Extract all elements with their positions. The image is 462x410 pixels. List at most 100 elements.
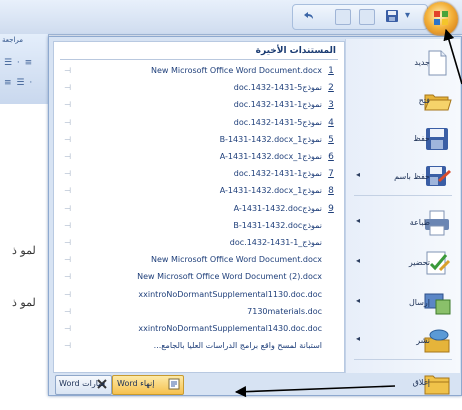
save-command[interactable]: حفظ xyxy=(346,119,460,159)
new-label: جديد xyxy=(414,58,430,67)
word-options-label: Word خيارات xyxy=(59,379,106,388)
pin-icon[interactable]: ⊣ xyxy=(64,101,74,109)
office-logo-icon xyxy=(434,11,448,25)
recent-document-item[interactable]: ⊣ xxintroNoDormantSupplemental1130.doc.do… xyxy=(54,288,344,303)
save-label: حفظ xyxy=(413,134,430,143)
pin-icon[interactable]: ⊣ xyxy=(64,307,74,316)
recent-document-item[interactable]: ⊣ xxintroNoDormantSupplemental1430.doc.do… xyxy=(54,322,344,337)
recent-document-name: ...استبانة لمسح واقع برامج الدراسات العل… xyxy=(153,341,322,351)
recent-document-name: A-1431-1432.docx_1نموذج xyxy=(219,152,322,161)
divider xyxy=(354,359,452,360)
recent-document-item[interactable]: ⊣ 8 A-1431-1432.docx_1نموذج xyxy=(54,184,344,199)
recent-documents-panel: المستندات الأخيرة ⊣ 1 New Microsoft Office… xyxy=(53,41,345,373)
save-as-label: حفظ باسم xyxy=(394,172,430,181)
recent-document-item[interactable]: ⊣ 7130materials.doc xyxy=(54,305,344,320)
send-label: إرسال xyxy=(408,298,430,307)
tab-review[interactable]: مراجعة xyxy=(2,36,23,44)
recent-document-number: 6 xyxy=(328,152,334,162)
recent-document-name: doc.1432-1431-5نموذج xyxy=(233,83,322,93)
publish-label: نشر xyxy=(416,336,430,345)
recent-document-number: 7 xyxy=(328,169,334,180)
ribbon-area: مراجعة ☰ · ≡ ≡ ☰ · xyxy=(0,34,49,104)
recent-document-item[interactable]: ⊣ 1 New Microsoft Office Word Document.doc… xyxy=(54,64,344,79)
prepare-command[interactable]: تحضير ◂ xyxy=(346,243,460,283)
print-label: طباعة xyxy=(409,218,430,227)
pin-icon[interactable]: ⊣ xyxy=(64,187,74,195)
pin-icon[interactable]: ⊣ xyxy=(64,135,74,144)
recent-document-name: doc.1432-1431-5نموذج xyxy=(233,117,322,127)
recent-document-number: 2 xyxy=(328,83,334,94)
open-command[interactable]: فتح xyxy=(346,81,460,121)
office-button[interactable] xyxy=(424,2,458,36)
recent-document-item[interactable]: ⊣ 3 doc.1432-1431-1نموذج xyxy=(54,98,344,113)
submenu-arrow-icon: ◂ xyxy=(356,216,361,225)
submenu-arrow-icon: ◂ xyxy=(356,256,361,265)
print-icon[interactable] xyxy=(359,9,375,25)
exit-word-button[interactable]: Word إنهاء xyxy=(112,375,184,395)
document-text-fragment: لمو ذ xyxy=(12,296,36,309)
recent-document-item[interactable]: ⊣ 6 A-1431-1432.docx_1نموذج xyxy=(54,150,344,165)
recent-document-number: 8 xyxy=(328,186,334,197)
options-icon xyxy=(168,378,180,390)
print-command[interactable]: طباعة ◂ xyxy=(346,203,460,243)
open-label: فتح xyxy=(418,96,430,105)
recent-document-item[interactable]: ⊣ 5 B-1431-1432.docx_1نموذج xyxy=(54,133,344,148)
pin-icon[interactable]: ⊣ xyxy=(64,256,74,264)
recent-document-name: New Microsoft Office Word Document.docx xyxy=(150,255,322,265)
recent-document-name: xxintroNoDormantSupplemental1430.doc.doc xyxy=(138,324,322,333)
exit-word-label: Word إنهاء xyxy=(117,379,155,388)
customize-toolbar-icon[interactable]: ▾ xyxy=(405,9,419,23)
recent-document-item[interactable]: ⊣ ...استبانة لمسح واقع برامج الدراسات الع… xyxy=(54,339,344,354)
recent-document-name: xxintroNoDormantSupplemental1130.doc.doc xyxy=(138,289,322,299)
recent-document-item[interactable]: ⊣ New Microsoft Office Word Document (2).… xyxy=(54,270,344,285)
pin-icon[interactable]: ⊣ xyxy=(64,84,74,92)
pin-icon[interactable]: ⊣ xyxy=(64,170,74,178)
recent-document-name: doc.1432-1431-1نموذج xyxy=(233,169,322,179)
recent-document-number: 9 xyxy=(328,203,334,214)
submenu-arrow-icon: ◂ xyxy=(356,170,361,179)
recent-document-item[interactable]: ⊣ 9 A-1431-1432.docنموذج xyxy=(54,202,344,217)
bottom-bar: Word خيارات Word إنهاء xyxy=(49,373,461,395)
recent-document-item[interactable]: ⊣ 2 doc.1432-1431-5نموذج xyxy=(54,81,344,96)
recent-document-name: doc.1432-1431-1نموذج xyxy=(233,100,322,110)
pin-icon[interactable]: ⊣ xyxy=(64,290,74,299)
recent-document-item[interactable]: ⊣ 4 doc.1432-1431-5نموذج xyxy=(54,116,344,131)
recent-document-item[interactable]: ⊣ New Microsoft Office Word Document.docx xyxy=(54,253,344,268)
submenu-arrow-icon: ◂ xyxy=(356,334,361,343)
undo-icon[interactable] xyxy=(301,9,315,23)
recent-document-name: 7130materials.doc xyxy=(247,306,322,316)
new-command[interactable]: جديد xyxy=(346,43,460,83)
save-as-command[interactable]: حفظ باسم ◂ xyxy=(346,157,460,197)
recent-document-item[interactable]: ⊣ doc.1432-1431-1_نموذج xyxy=(54,236,344,251)
save-icon[interactable] xyxy=(385,9,399,23)
ribbon-row-1: ☰ · ≡ xyxy=(4,58,34,68)
divider xyxy=(354,195,452,196)
recent-document-name: New Microsoft Office Word Document.docx xyxy=(150,66,322,75)
word-options-button[interactable]: Word خيارات xyxy=(55,375,112,395)
recent-document-item[interactable]: ⊣ 7 doc.1432-1431-1نموذج xyxy=(54,167,344,182)
publish-command[interactable]: نشر ◂ xyxy=(346,321,460,361)
pin-icon[interactable]: ⊣ xyxy=(64,204,74,213)
document-text-fragment: لمو ذ xyxy=(12,244,36,257)
recent-document-item[interactable]: ⊣ B-1431-1432.docنموذج xyxy=(54,219,344,234)
prepare-label: تحضير xyxy=(408,258,430,267)
recent-document-number: 1 xyxy=(328,66,334,76)
pin-icon[interactable]: ⊣ xyxy=(64,153,74,161)
quick-access-toolbar: ▾ xyxy=(292,4,428,30)
recent-document-name: New Microsoft Office Word Document (2).d… xyxy=(137,272,322,282)
submenu-arrow-icon: ◂ xyxy=(356,296,361,305)
recent-document-name: A-1431-1432.docنموذج xyxy=(233,203,322,213)
recent-document-name: B-1431-1432.docنموذج xyxy=(233,220,322,230)
pin-icon[interactable]: ⊣ xyxy=(64,221,74,230)
recent-document-name: doc.1432-1431-1_نموذج xyxy=(229,238,322,247)
pin-icon[interactable]: ⊣ xyxy=(64,273,74,281)
pin-icon[interactable]: ⊣ xyxy=(64,239,74,247)
pin-icon[interactable]: ⊣ xyxy=(64,342,74,350)
pin-icon[interactable]: ⊣ xyxy=(64,67,74,75)
redo-icon[interactable] xyxy=(335,9,351,25)
pin-icon[interactable]: ⊣ xyxy=(64,325,74,333)
recent-documents-title: المستندات الأخيرة xyxy=(255,46,336,56)
recent-document-name: A-1431-1432.docx_1نموذج xyxy=(219,186,322,196)
pin-icon[interactable]: ⊣ xyxy=(64,118,74,127)
send-command[interactable]: إرسال ◂ xyxy=(346,283,460,323)
